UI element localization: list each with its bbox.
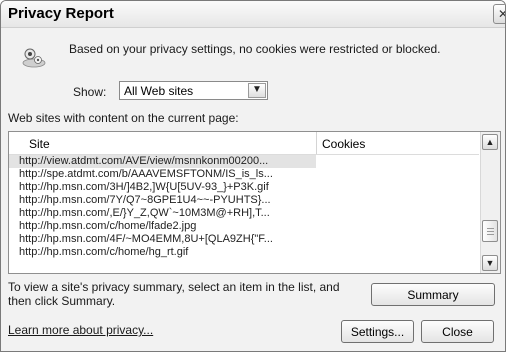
list-rows: http://view.atdmt.com/AVE/view/msnnkonm0… (9, 155, 479, 259)
table-row[interactable]: http://hp.msn.com/,E/}Y_Z,QW`~10M3M@+RH]… (9, 207, 479, 220)
scroll-up-icon[interactable]: ▲ (482, 134, 498, 150)
settings-button[interactable]: Settings... (341, 320, 414, 343)
learn-more-link[interactable]: Learn more about privacy... (8, 323, 153, 337)
scrollbar-thumb[interactable] (482, 220, 498, 242)
show-label: Show: (73, 85, 107, 99)
summary-hint-text: To view a site's privacy summary, select… (8, 280, 340, 308)
close-button[interactable]: Close (421, 320, 494, 343)
table-row[interactable]: http://hp.msn.com/c/home/hg_rt.gif (9, 246, 479, 259)
column-header-cookies[interactable]: Cookies (317, 132, 477, 154)
scroll-down-icon[interactable]: ▼ (482, 255, 498, 271)
table-row[interactable]: http://view.atdmt.com/AVE/view/msnnkonm0… (9, 155, 316, 168)
sites-list[interactable]: Site Cookies http://view.atdmt.com/AVE/v… (8, 131, 501, 274)
dialog-title: Privacy Report (8, 5, 114, 22)
column-header-site[interactable]: Site (9, 132, 317, 154)
column-header-site-label: Site (29, 137, 50, 151)
privacy-report-icon (22, 48, 46, 68)
table-row[interactable]: http://hp.msn.com/7Y/Q7~8GPE1U4~~-PYUHTS… (9, 194, 479, 207)
column-header-cookies-label: Cookies (322, 137, 366, 151)
show-dropdown-value: All Web sites (124, 84, 194, 98)
show-dropdown[interactable]: All Web sites ▼ (119, 81, 268, 100)
close-icon[interactable]: ✕ (493, 4, 505, 24)
table-row[interactable]: http://hp.msn.com/3H/]4B2,]W{U[5UV-93_}+… (9, 181, 479, 194)
chevron-down-icon[interactable]: ▼ (248, 83, 266, 98)
list-scrollbar[interactable]: ▲ ▼ (480, 132, 500, 273)
privacy-report-dialog: Privacy Report ✕ Based on your privacy s… (0, 0, 506, 352)
table-row[interactable]: http://spe.atdmt.com/b/AAAVEMSFTONM/IS_i… (9, 168, 479, 181)
list-header: Site Cookies (9, 132, 479, 155)
table-row[interactable]: http://hp.msn.com/c/home/lfade2.jpg (9, 220, 479, 233)
title-bar[interactable]: Privacy Report ✕ (1, 1, 505, 28)
table-row[interactable]: http://hp.msn.com/4F/~MO4EMM,8U+[QLA9ZH{… (9, 233, 479, 246)
summary-button[interactable]: Summary (371, 283, 495, 306)
web-sites-label: Web sites with content on the current pa… (8, 111, 239, 125)
privacy-summary-text: Based on your privacy settings, no cooki… (69, 42, 441, 56)
